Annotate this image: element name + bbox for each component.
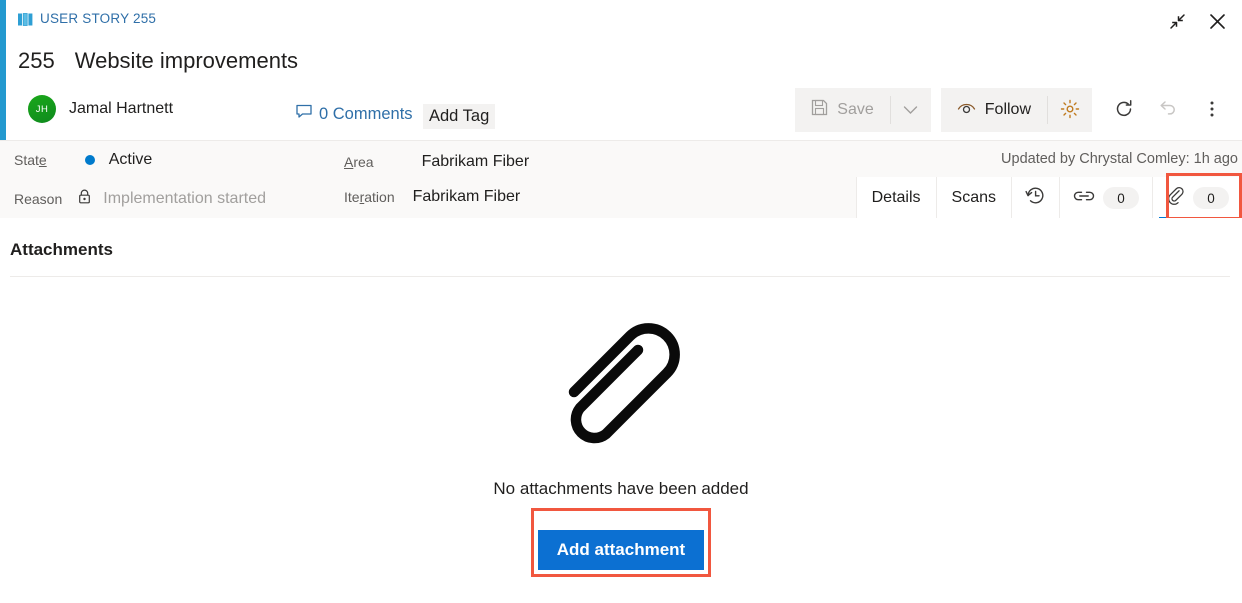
save-disk-icon: [811, 99, 828, 121]
field-reason: Reason Implementation started: [14, 189, 266, 208]
undo-icon: [1158, 99, 1178, 122]
settings-button[interactable]: [1048, 88, 1092, 132]
more-actions-button[interactable]: [1190, 88, 1234, 132]
tab-attachments[interactable]: 0: [1153, 177, 1242, 219]
tab-scans[interactable]: Scans: [936, 177, 1012, 219]
paperclip-icon: [1166, 186, 1185, 211]
section-divider: [10, 276, 1230, 277]
field-area-value: Fabrikam Fiber: [421, 153, 530, 170]
save-button[interactable]: Save: [795, 88, 889, 132]
section-title: Attachments: [10, 240, 113, 259]
add-attachment-button[interactable]: Add attachment: [536, 529, 706, 571]
state-dot-icon: [84, 155, 95, 165]
story-book-icon: [18, 13, 33, 26]
refresh-button[interactable]: [1102, 88, 1146, 132]
add-attachment-wrapper: Add attachment: [530, 508, 712, 577]
updated-by-text: Updated by Chrystal Comley: 1h ago: [1001, 151, 1238, 167]
window-controls: [1160, 6, 1234, 36]
page-title: 255 Website improvements: [18, 48, 298, 74]
link-chain-icon: [1073, 189, 1095, 208]
save-label: Save: [837, 101, 874, 118]
field-reason-value: Implementation started: [103, 189, 267, 207]
field-area-label: Area: [344, 154, 374, 170]
work-item-title[interactable]: Website improvements: [75, 48, 298, 74]
field-iteration[interactable]: Iteration Fabrikam Fiber: [344, 188, 520, 206]
field-state-value: Active: [108, 151, 153, 168]
avatar[interactable]: JH: [28, 95, 56, 123]
breadcrumb-label: USER STORY 255: [40, 11, 157, 26]
work-item-fields: State Active Reason Implementation start…: [0, 140, 1242, 255]
author-name: Jamal Hartnett: [69, 100, 174, 117]
tab-history[interactable]: [1012, 177, 1060, 219]
work-item-tabs: Details Scans 0 0: [855, 177, 1242, 219]
follow-button[interactable]: Follow: [941, 88, 1047, 132]
comments-label: 0 Comments: [319, 104, 413, 123]
follow-button-group: Follow: [940, 88, 1092, 132]
save-button-group: Save: [795, 88, 931, 132]
breadcrumb[interactable]: USER STORY 255: [18, 11, 156, 26]
tab-details[interactable]: Details: [856, 177, 937, 219]
refresh-icon: [1114, 99, 1134, 122]
comment-bubble-icon: [296, 104, 312, 124]
restore-window-button[interactable]: [1160, 6, 1194, 36]
attachments-empty-state: No attachments have been added Add attac…: [0, 303, 1242, 577]
tab-details-label: Details: [871, 189, 921, 206]
tab-attachments-count: 0: [1193, 187, 1229, 209]
history-clock-icon: [1025, 185, 1046, 211]
add-tag-button[interactable]: Add Tag: [423, 104, 496, 129]
author-row: JH Jamal Hartnett: [28, 95, 173, 123]
gear-icon: [1060, 99, 1080, 122]
field-iteration-value: Fabrikam Fiber: [412, 188, 521, 205]
more-vertical-icon: [1209, 99, 1215, 122]
comments-link[interactable]: 0 Comments: [296, 104, 413, 124]
empty-state-text: No attachments have been added: [493, 479, 749, 498]
tab-scans-label: Scans: [951, 189, 996, 206]
field-iteration-label: Iteration: [344, 189, 395, 205]
lock-icon: [78, 189, 91, 208]
large-paperclip-icon: [541, 303, 701, 463]
field-state-label: State: [14, 152, 47, 168]
field-area[interactable]: Area Fabrikam Fiber: [344, 153, 529, 171]
work-item-header: USER STORY 255 255 Website improvements …: [0, 0, 1242, 140]
save-options-chevron-down-icon[interactable]: [891, 88, 931, 132]
follow-label: Follow: [984, 101, 1031, 118]
close-icon[interactable]: [1200, 6, 1234, 36]
field-reason-label: Reason: [14, 190, 63, 207]
eye-icon: [957, 101, 976, 120]
attachments-panel: Attachments No attachments have been add…: [0, 218, 1242, 603]
tab-links[interactable]: 0: [1060, 177, 1153, 219]
work-item-toolbar: Save Follow: [795, 88, 1234, 132]
undo-button[interactable]: [1146, 88, 1190, 132]
tab-links-count: 0: [1103, 187, 1139, 209]
field-state[interactable]: State Active: [14, 151, 152, 169]
header-accent-bar: [0, 0, 6, 140]
work-item-id: 255: [18, 48, 55, 73]
